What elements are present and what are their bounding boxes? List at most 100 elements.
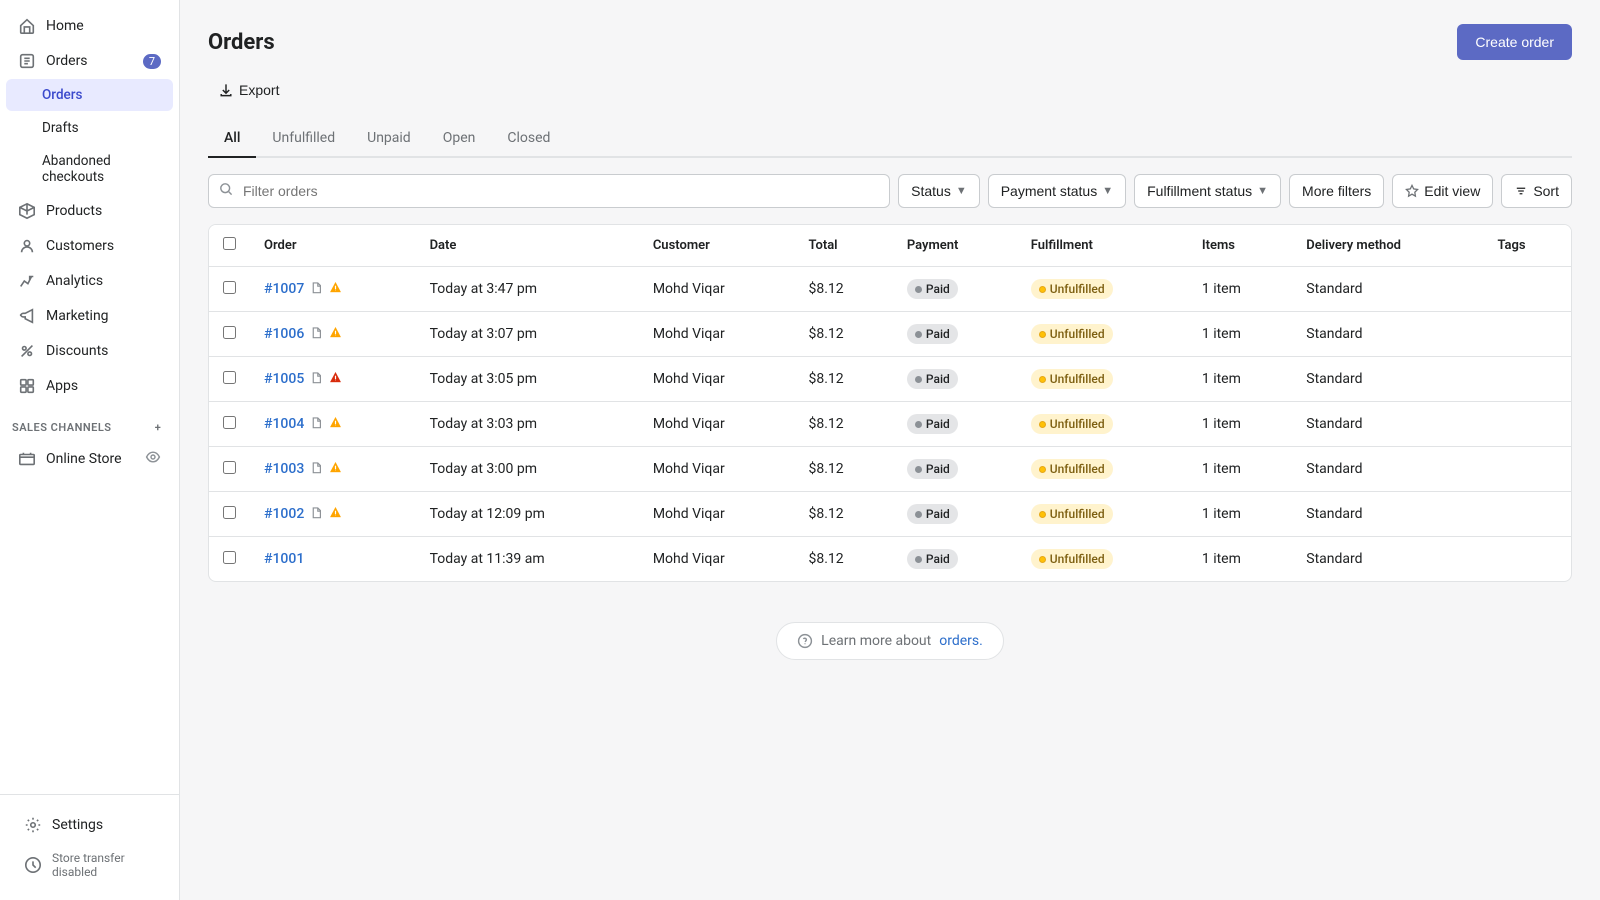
order-link[interactable]: #1007: [264, 281, 304, 297]
row-checkbox[interactable]: [223, 506, 236, 519]
payment-badge: Paid: [907, 504, 958, 524]
tab-unpaid[interactable]: Unpaid: [351, 120, 427, 158]
order-date-cell: Today at 3:05 pm: [416, 357, 639, 402]
order-payment-cell: Paid: [893, 357, 1017, 402]
select-all-header: [209, 225, 250, 267]
order-customer-cell: Mohd Viqar: [639, 312, 795, 357]
fulfillment-badge: Unfulfilled: [1031, 504, 1113, 524]
order-tags-cell: [1483, 357, 1571, 402]
sidebar-item-store-transfer[interactable]: Store transfer disabled: [12, 843, 167, 887]
create-order-button[interactable]: Create order: [1457, 24, 1572, 60]
row-checkbox[interactable]: [223, 371, 236, 384]
export-area: Export: [208, 76, 1572, 104]
order-fulfillment-cell: Unfulfilled: [1017, 402, 1188, 447]
row-checkbox[interactable]: [223, 416, 236, 429]
row-checkbox-cell: [209, 267, 250, 312]
payment-badge: Paid: [907, 549, 958, 569]
table-row[interactable]: #1003Today at 3:00 pmMohd Viqar$8.12Paid…: [209, 447, 1571, 492]
order-column-header: Order: [250, 225, 416, 267]
document-icon: [310, 461, 323, 478]
table-row[interactable]: #1006Today at 3:07 pmMohd Viqar$8.12Paid…: [209, 312, 1571, 357]
row-checkbox[interactable]: [223, 281, 236, 294]
order-payment-cell: Paid: [893, 402, 1017, 447]
footer-info: Learn more about orders.: [208, 606, 1572, 676]
warning-icon: [329, 281, 342, 298]
online-store-icon: [18, 450, 36, 468]
tab-closed[interactable]: Closed: [491, 120, 566, 158]
warning-icon: [329, 326, 342, 343]
order-tags-cell: [1483, 312, 1571, 357]
payment-badge: Paid: [907, 369, 958, 389]
help-icon: [797, 633, 813, 649]
order-customer-cell: Mohd Viqar: [639, 357, 795, 402]
sidebar-item-online-store[interactable]: Online Store: [6, 441, 173, 477]
fulfillment-badge: Unfulfilled: [1031, 369, 1113, 389]
document-icon: [310, 326, 323, 343]
order-tags-cell: [1483, 267, 1571, 312]
table-row[interactable]: #1005Today at 3:05 pmMohd Viqar$8.12Paid…: [209, 357, 1571, 402]
sidebar-item-orders[interactable]: Orders 7: [6, 44, 173, 78]
row-checkbox[interactable]: [223, 326, 236, 339]
unfulfilled-dot: [1039, 286, 1046, 293]
unfulfilled-dot: [1039, 331, 1046, 338]
export-label: Export: [239, 82, 279, 98]
sidebar-item-drafts[interactable]: Drafts: [6, 112, 173, 144]
row-checkbox[interactable]: [223, 551, 236, 564]
sidebar-item-discounts[interactable]: Discounts: [6, 334, 173, 368]
sidebar-products-label: Products: [46, 203, 102, 219]
order-customer-cell: Mohd Viqar: [639, 267, 795, 312]
table-row[interactable]: #1001Today at 11:39 amMohd Viqar$8.12Pai…: [209, 537, 1571, 582]
table-row[interactable]: #1004Today at 3:03 pmMohd Viqar$8.12Paid…: [209, 402, 1571, 447]
payment-badge: Paid: [907, 324, 958, 344]
sidebar-item-products[interactable]: Products: [6, 194, 173, 228]
table-row[interactable]: #1002Today at 12:09 pmMohd Viqar$8.12Pai…: [209, 492, 1571, 537]
tab-all[interactable]: All: [208, 120, 256, 158]
order-id-cell: #1002: [250, 492, 416, 537]
row-checkbox-cell: [209, 492, 250, 537]
order-fulfillment-cell: Unfulfilled: [1017, 447, 1188, 492]
main-content: Orders Create order Export AllUnfulfille…: [180, 0, 1600, 900]
sidebar-item-home[interactable]: Home: [6, 9, 173, 43]
sort-button[interactable]: Sort: [1501, 174, 1572, 208]
payment-status-label: Payment status: [1001, 183, 1098, 199]
sidebar-item-marketing[interactable]: Marketing: [6, 299, 173, 333]
export-button[interactable]: Export: [208, 76, 289, 104]
sidebar-item-abandoned[interactable]: Abandoned checkouts: [6, 145, 173, 193]
sidebar-item-customers[interactable]: Customers: [6, 229, 173, 263]
paid-dot: [915, 466, 922, 473]
order-link[interactable]: #1004: [264, 416, 304, 432]
status-filter-button[interactable]: Status ▼: [898, 174, 980, 208]
table-row[interactable]: #1007Today at 3:47 pmMohd Viqar$8.12Paid…: [209, 267, 1571, 312]
order-delivery-cell: Standard: [1292, 447, 1483, 492]
document-icon: [310, 281, 323, 298]
marketing-icon: [18, 307, 36, 325]
order-link[interactable]: #1005: [264, 371, 304, 387]
select-all-checkbox[interactable]: [223, 237, 236, 250]
order-link[interactable]: #1003: [264, 461, 304, 477]
sidebar-customers-label: Customers: [46, 238, 114, 254]
total-column-header: Total: [794, 225, 892, 267]
fulfillment-badge: Unfulfilled: [1031, 279, 1113, 299]
order-link[interactable]: #1002: [264, 506, 304, 522]
edit-view-button[interactable]: Edit view: [1392, 174, 1493, 208]
row-checkbox[interactable]: [223, 461, 236, 474]
sidebar-item-orders-sub[interactable]: Orders: [6, 79, 173, 111]
more-filters-button[interactable]: More filters: [1289, 174, 1384, 208]
sidebar-item-analytics[interactable]: Analytics: [6, 264, 173, 298]
fulfillment-status-filter-button[interactable]: Fulfillment status ▼: [1134, 174, 1281, 208]
warning-icon: [329, 371, 342, 388]
row-checkbox-cell: [209, 447, 250, 492]
order-link[interactable]: #1001: [264, 551, 304, 567]
sidebar-item-apps[interactable]: Apps: [6, 369, 173, 403]
sidebar-item-settings[interactable]: Settings: [12, 808, 167, 842]
tab-open[interactable]: Open: [427, 120, 492, 158]
order-link[interactable]: #1006: [264, 326, 304, 342]
search-input[interactable]: [208, 174, 890, 208]
order-payment-cell: Paid: [893, 267, 1017, 312]
tab-unfulfilled[interactable]: Unfulfilled: [256, 120, 351, 158]
add-sales-channel-button[interactable]: +: [149, 418, 167, 436]
payment-status-filter-button[interactable]: Payment status ▼: [988, 174, 1126, 208]
page-title-area: Orders: [208, 30, 275, 55]
footer-orders-link[interactable]: orders.: [939, 633, 983, 649]
online-store-visibility-icon[interactable]: [145, 449, 161, 469]
